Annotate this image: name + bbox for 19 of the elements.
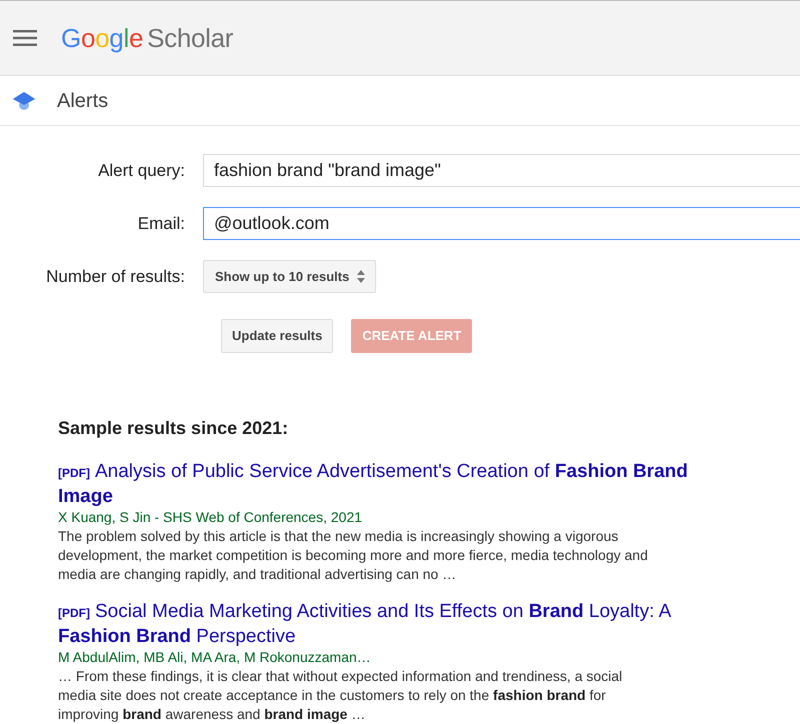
field-label: Alert query: <box>97 160 186 182</box>
update-button[interactable]: Update results <box>221 319 334 353</box>
field-label: Number of results: <box>45 266 186 288</box>
field-label: Email: <box>136 212 186 235</box>
result-snippet: The problem solved by this article is that the new media is increasingly showing a vigorous development, the market competition is becoming more and more fierce, media technology and media are changing rapidly, and traditional advertising can no … <box>58 527 648 584</box>
result-snippet: … From these findings, it is clear that without expected information and trendiness, a social media site does not create acceptance in the customers to rely on the fashion brand for improving brand awareness and brand image … <box>58 667 624 724</box>
result-title-link[interactable]: [PDF] Analysis of Public Service Advertisement's Creation of Fashion Brand Image <box>58 460 738 508</box>
section-heading: Sample results since 2021: <box>58 417 290 440</box>
sort-caret-icon <box>357 270 366 283</box>
input-field[interactable]: @outlook.com <box>203 207 800 240</box>
mortarboard-icon <box>13 90 35 112</box>
logo[interactable]: Google Scholar <box>61 18 234 58</box>
input-field[interactable]: fashion brand "brand image" <box>203 154 800 187</box>
page-title: Alerts <box>57 88 108 114</box>
result-authors: M AbdulAlim, MB Ali, MA Ara, M Rokonuzzaman… <box>58 648 372 667</box>
result-title-link[interactable]: [PDF] Social Media Marketing Activities and Its Effects on Brand Loyalty: A Fashion Brand Perspective <box>58 600 738 648</box>
results-dropdown[interactable]: Show up to 10 results <box>203 260 376 293</box>
result-authors: X Kuang, S Jin - SHS Web of Conferences, 2021 <box>58 508 364 527</box>
menu-icon[interactable] <box>13 30 37 46</box>
